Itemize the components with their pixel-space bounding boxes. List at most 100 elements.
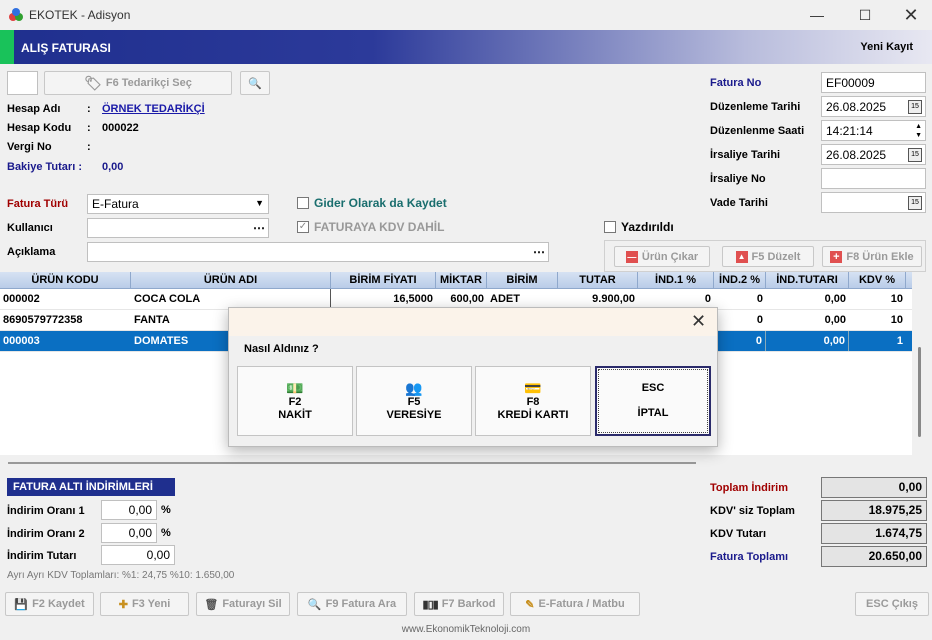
kdvsiz-value: 18.975,25 — [821, 500, 927, 521]
fatura-toplami-value: 20.650,00 — [821, 546, 927, 567]
fatura-sil-button[interactable]: 🗑 Faturayı Sil — [196, 592, 290, 616]
vertical-scrollbar[interactable] — [912, 272, 932, 455]
aciklama-label: Açıklama — [7, 246, 56, 258]
supplier-search-button[interactable]: 🔍 — [240, 71, 270, 95]
minimize-icon[interactable]: — — [794, 0, 840, 30]
credit-card-icon: 💳 — [524, 380, 542, 396]
horizontal-scrollbar[interactable] — [8, 462, 696, 464]
kullanici-label: Kullanıcı — [7, 222, 53, 234]
kullanici-field[interactable]: ⋯ — [87, 218, 269, 238]
column-header[interactable]: BİRİM — [487, 272, 558, 288]
kdv-tutari-label: KDV Tutarı — [710, 528, 767, 540]
kredi-karti-button[interactable]: 💳 F8 KREDİ KARTI — [475, 366, 591, 436]
ellipsis-icon[interactable]: ⋯ — [533, 245, 545, 259]
duzenleme-saati-field[interactable]: 14:21:14 ▲ ▼ — [821, 120, 926, 141]
kdv-dahil-checkbox[interactable]: ✓ — [297, 221, 309, 233]
indirim-tutari-label: İndirim Tutarı — [7, 550, 77, 562]
ellipsis-icon[interactable]: ⋯ — [253, 221, 265, 235]
column-header[interactable]: ÜRÜN ADI — [131, 272, 331, 288]
plus-icon: + — [830, 250, 843, 263]
supplier-code-box[interactable] — [7, 71, 38, 95]
gider-checkbox[interactable] — [297, 197, 309, 209]
column-header[interactable]: İND.TUTARI — [766, 272, 849, 288]
people-icon: 👥 — [405, 380, 423, 396]
hesap-adi-label: Hesap Adı — [7, 103, 61, 115]
column-header[interactable]: MİKTAR — [436, 272, 487, 288]
urun-cikar-button[interactable]: — Ürün Çıkar — [614, 246, 710, 267]
colon: : — [87, 103, 91, 115]
discounts-title: FATURA ALTI İNDİRİMLERİ — [7, 478, 175, 496]
spinner-icon[interactable]: ▲ ▼ — [915, 122, 922, 140]
yazdirildi-checkbox[interactable] — [604, 221, 616, 233]
duzenleme-tarihi-field[interactable]: 26.08.2025 15 — [821, 96, 926, 117]
maximize-icon[interactable]: ☐ — [842, 0, 888, 30]
new-document-icon: ✚ — [118, 598, 128, 611]
iptal-button[interactable]: ESC İPTAL — [595, 366, 711, 436]
aciklama-field[interactable]: ⋯ — [87, 242, 549, 262]
fatura-no-label: Fatura No — [710, 77, 762, 89]
veresiye-button[interactable]: 👥 F5 VERESİYE — [356, 366, 472, 436]
column-header[interactable]: BİRİM FİYATI — [331, 272, 436, 288]
cikis-button[interactable]: ESC Çıkış — [855, 592, 929, 616]
column-header[interactable]: KDV % — [849, 272, 906, 288]
search-icon: 🔍 — [307, 598, 322, 611]
cash-icon: 💵 — [286, 380, 304, 396]
hesap-kodu-value: 000022 — [102, 122, 139, 134]
scrollbar-thumb[interactable] — [918, 347, 921, 437]
floppy-icon: 💾 — [14, 598, 29, 611]
document-edit-icon: ✎ — [525, 598, 535, 611]
page-title: ALIŞ FATURASI — [21, 41, 111, 55]
vergi-no-label: Vergi No — [7, 141, 52, 153]
window-titlebar: EKOTEK - Adisyon — ☐ ✕ — [0, 0, 932, 30]
fatura-turu-select[interactable]: E-Fatura ▼ — [87, 194, 269, 214]
barkod-button[interactable]: ▮▯▮ F7 Barkod — [414, 592, 504, 616]
calendar-icon[interactable]: 15 — [908, 148, 922, 162]
indirim-tutari-field[interactable]: 0,00 — [101, 545, 175, 565]
gider-label: Gider Olarak da Kaydet — [314, 196, 447, 210]
irsaliye-tarihi-field[interactable]: 26.08.2025 15 — [821, 144, 926, 165]
oran1-field[interactable]: 0,00 — [101, 500, 157, 520]
fatura-ara-button[interactable]: 🔍 F9 Fatura Ara — [297, 592, 407, 616]
vade-tarihi-field[interactable]: 15 — [821, 192, 926, 213]
dialog-titlebar — [229, 308, 717, 336]
fatura-no-field[interactable]: EF00009 — [821, 72, 926, 93]
select-supplier-button[interactable]: 🏷 F6 Tedarikçi Seç — [44, 71, 232, 95]
toplam-indirim-label: Toplam İndirim — [710, 482, 789, 494]
kdv-breakdown-note: Ayrı Ayrı KDV Toplamları: %1: 24,75 %10:… — [7, 570, 235, 581]
column-header[interactable]: ÜRÜN KODU — [0, 272, 131, 288]
nakit-button[interactable]: 💵 F2 NAKİT — [237, 366, 353, 436]
calendar-icon[interactable]: 15 — [908, 100, 922, 114]
duzenleme-saati-label: Düzenlenme Saati — [710, 125, 805, 137]
supplier-name-link[interactable]: ÖRNEK TEDARİKÇİ — [102, 103, 205, 115]
yazdirildi-label: Yazdırıldı — [621, 220, 674, 234]
column-header[interactable]: İND.2 % — [714, 272, 766, 288]
close-icon[interactable]: ✕ — [691, 311, 706, 332]
kdv-tutari-value: 1.674,75 — [821, 523, 927, 544]
trash-icon: 🗑 — [204, 598, 219, 611]
column-header[interactable]: TUTAR — [558, 272, 638, 288]
dialog-question: Nasıl Aldınız ? — [244, 343, 319, 355]
close-icon[interactable]: ✕ — [888, 0, 932, 30]
calendar-icon[interactable]: 15 — [908, 196, 922, 210]
irsaliye-tarihi-label: İrsaliye Tarihi — [710, 149, 781, 161]
duzelt-button[interactable]: ▲ F5 Düzelt — [722, 246, 814, 267]
colon: : — [87, 141, 91, 153]
kdvsiz-label: KDV' siz Toplam — [710, 505, 795, 517]
fatura-toplami-label: Fatura Toplamı — [710, 551, 789, 563]
oran2-label: İndirim Oranı 2 — [7, 528, 85, 540]
column-header[interactable]: İND.1 % — [638, 272, 714, 288]
toplam-indirim-value: 0,00 — [821, 477, 927, 498]
window-title: EKOTEK - Adisyon — [29, 8, 131, 22]
oran2-field[interactable]: 0,00 — [101, 523, 157, 543]
kaydet-button[interactable]: 💾 F2 Kaydet — [5, 592, 94, 616]
app-icon — [8, 7, 24, 23]
irsaliye-no-field[interactable] — [821, 168, 926, 189]
colon: : — [87, 122, 91, 134]
urun-ekle-button[interactable]: + F8 Ürün Ekle — [822, 246, 922, 267]
kdv-dahil-label: FATURAYA KDV DAHİL — [314, 220, 445, 234]
duzenleme-tarihi-label: Düzenleme Tarihi — [710, 101, 801, 113]
efatura-button[interactable]: ✎ E-Fatura / Matbu — [510, 592, 640, 616]
arrow-up-icon: ▲ — [735, 250, 748, 263]
hesap-kodu-label: Hesap Kodu — [7, 122, 72, 134]
yeni-button[interactable]: ✚ F3 Yeni — [100, 592, 189, 616]
